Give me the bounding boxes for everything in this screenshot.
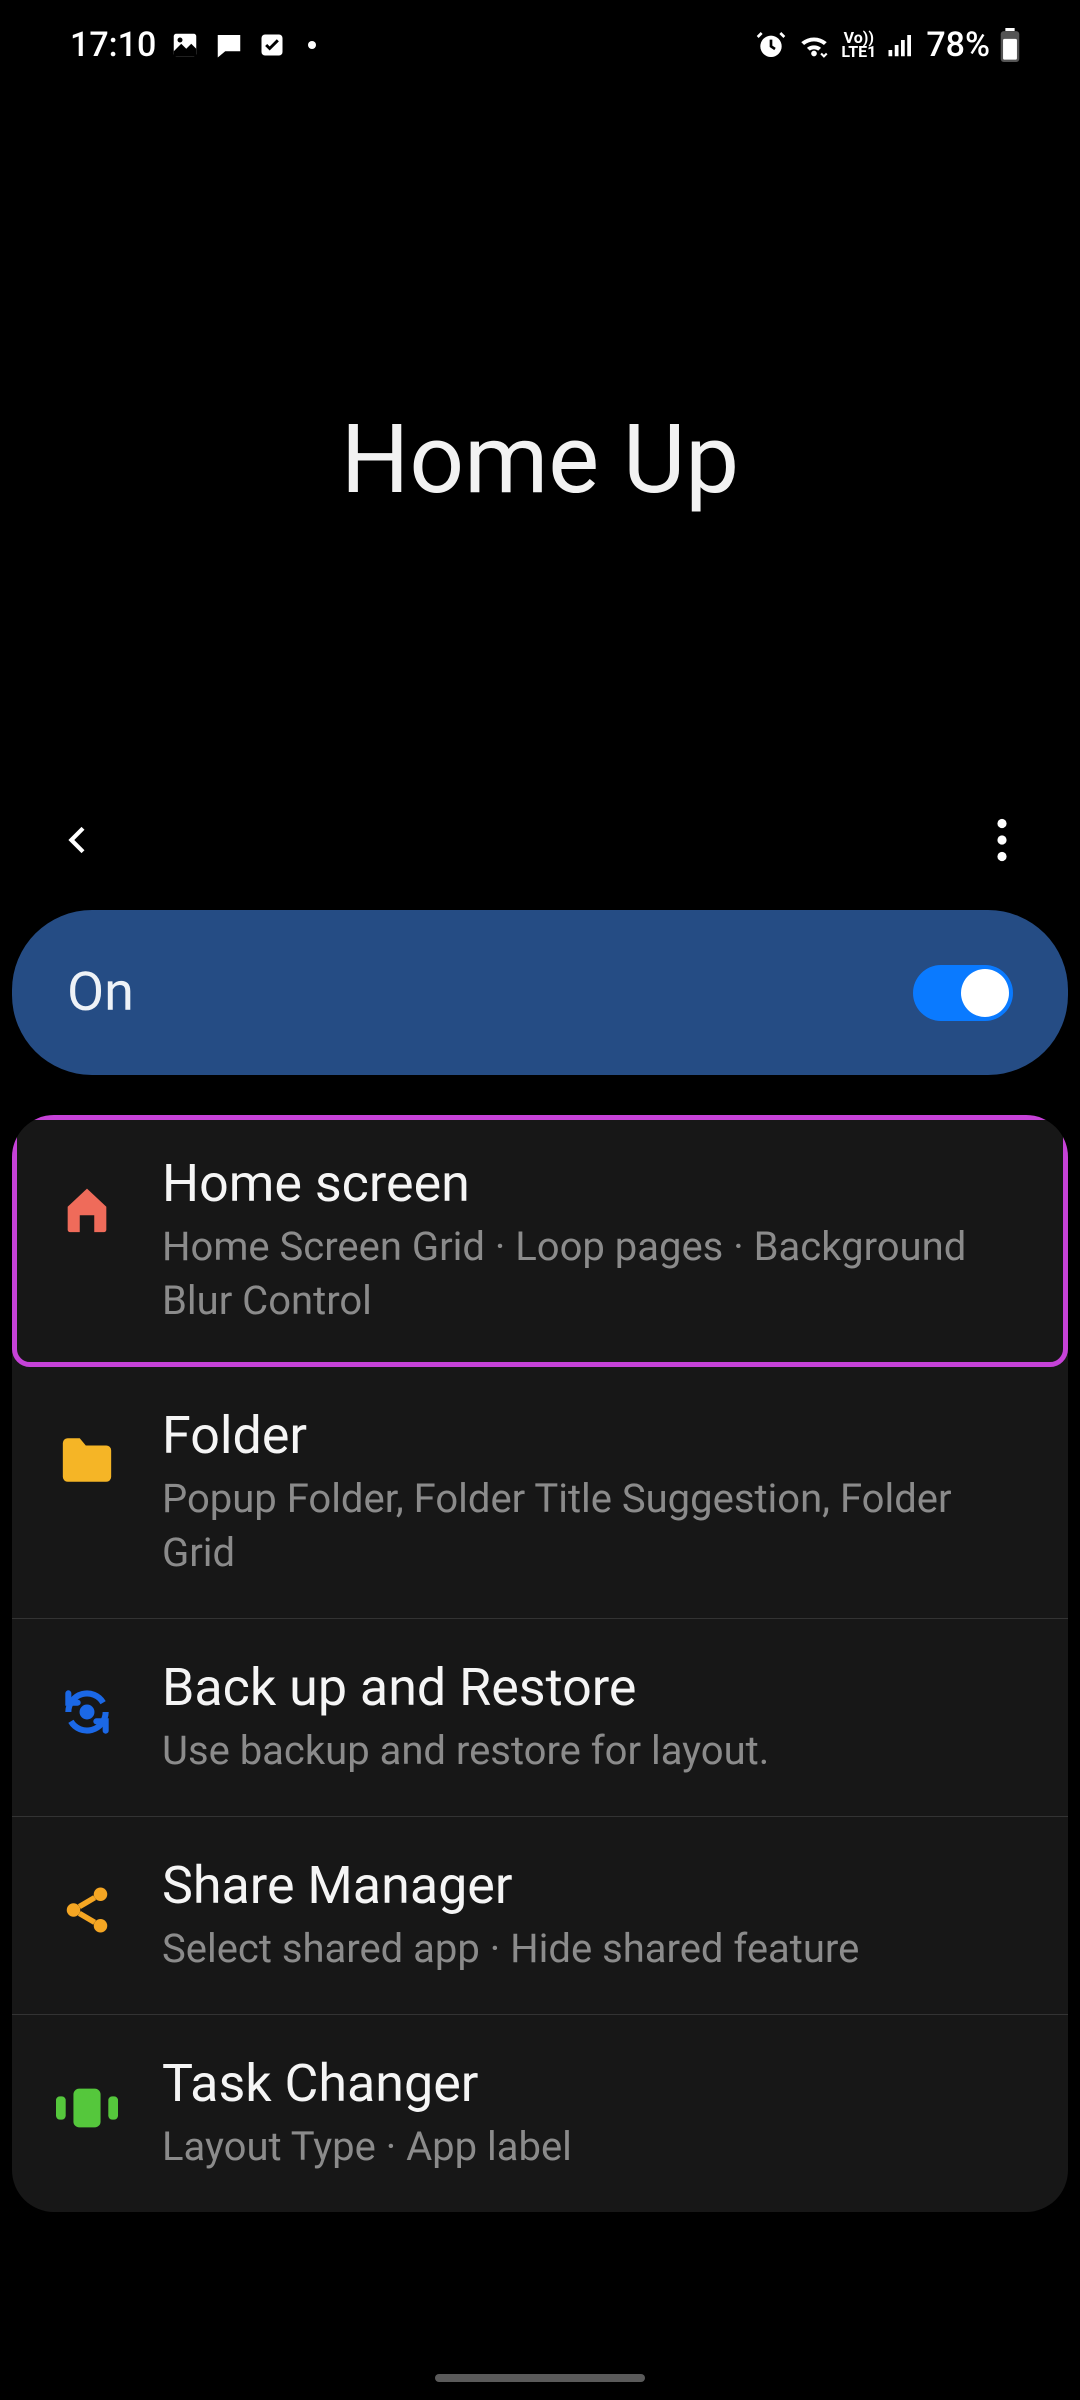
toggle-label: On — [67, 961, 134, 1024]
list-item-share-manager[interactable]: Share Manager Select shared app · Hide s… — [12, 1817, 1068, 2015]
item-subtitle: Use backup and restore for layout. — [162, 1724, 1018, 1778]
list-item-folder[interactable]: Folder Popup Folder, Folder Title Sugges… — [12, 1367, 1068, 1619]
list-item-task-changer[interactable]: Task Changer Layout Type · App label — [12, 2015, 1068, 2212]
toggle-switch[interactable] — [913, 965, 1013, 1021]
more-button[interactable] — [972, 810, 1032, 870]
switch-knob-icon — [961, 969, 1009, 1017]
more-vertical-icon — [996, 818, 1008, 862]
chevron-left-icon — [58, 820, 98, 860]
item-texts: Back up and Restore Use backup and resto… — [162, 1657, 1018, 1778]
settings-list: Home screen Home Screen Grid · Loop page… — [12, 1115, 1068, 2212]
navigation-handle[interactable] — [435, 2374, 645, 2382]
volte-icon: Vo)) LTE1 — [841, 31, 876, 60]
back-button[interactable] — [48, 810, 108, 870]
checkbox-icon — [258, 31, 286, 59]
item-texts: Folder Popup Folder, Folder Title Sugges… — [162, 1405, 1018, 1580]
signal-icon — [886, 30, 916, 60]
home-icon — [52, 1173, 122, 1243]
item-subtitle: Layout Type · App label — [162, 2120, 1018, 2174]
item-title: Home screen — [162, 1153, 1018, 1214]
item-title: Share Manager — [162, 1855, 1018, 1916]
item-title: Task Changer — [162, 2053, 1018, 2114]
item-title: Back up and Restore — [162, 1657, 1018, 1718]
hero: Home Up — [0, 90, 1080, 790]
status-time: 17:10 — [70, 25, 156, 65]
wifi-icon — [797, 28, 831, 62]
item-subtitle: Select shared app · Hide shared feature — [162, 1922, 1018, 1976]
chat-icon — [214, 30, 244, 60]
share-icon — [52, 1875, 122, 1945]
status-right: Vo)) LTE1 78% — [755, 25, 1020, 65]
folder-icon — [52, 1425, 122, 1495]
list-item-home-screen[interactable]: Home screen Home Screen Grid · Loop page… — [12, 1115, 1068, 1367]
item-subtitle: Popup Folder, Folder Title Suggestion, F… — [162, 1472, 1018, 1580]
master-toggle-row[interactable]: On — [12, 910, 1068, 1075]
item-subtitle: Home Screen Grid · Loop pages · Backgrou… — [162, 1220, 1018, 1328]
battery-icon — [1000, 28, 1020, 62]
item-texts: Task Changer Layout Type · App label — [162, 2053, 1018, 2174]
task-changer-icon — [52, 2073, 122, 2143]
item-texts: Share Manager Select shared app · Hide s… — [162, 1855, 1018, 1976]
item-title: Folder — [162, 1405, 1018, 1466]
list-item-backup-restore[interactable]: Back up and Restore Use backup and resto… — [12, 1619, 1068, 1817]
status-bar: 17:10 Vo)) LTE1 78% — [0, 0, 1080, 90]
picture-icon — [170, 30, 200, 60]
battery-text: 78% — [926, 25, 990, 65]
notification-dot-icon — [308, 41, 316, 49]
status-left: 17:10 — [70, 25, 316, 65]
action-bar — [0, 790, 1080, 890]
alarm-icon — [755, 29, 787, 61]
item-texts: Home screen Home Screen Grid · Loop page… — [162, 1153, 1018, 1328]
sync-icon — [52, 1677, 122, 1747]
volte-bottom: LTE1 — [841, 45, 876, 59]
page-title: Home Up — [341, 404, 739, 516]
